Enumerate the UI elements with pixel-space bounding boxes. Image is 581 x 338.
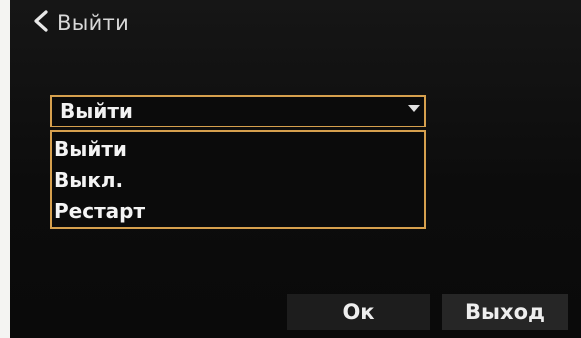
select-value: Выйти [60, 99, 133, 123]
caret-down-icon [408, 105, 420, 112]
option-exit[interactable]: Выйти [54, 134, 394, 164]
exit-label: Выход [465, 300, 545, 324]
back-button[interactable]: Выйти [32, 8, 129, 38]
exit-button[interactable]: Выход [442, 294, 568, 330]
option-restart[interactable]: Рестарт [54, 196, 394, 226]
option-shutdown[interactable]: Выкл. [54, 165, 394, 195]
screen: Выйти Выйти Выйти Выкл. Рестарт Ок Выход [10, 0, 581, 338]
back-label: Выйти [57, 11, 130, 35]
dropdown-list: Выйти Выкл. Рестарт [50, 130, 426, 229]
ok-button[interactable]: Ок [287, 294, 430, 330]
mode-select[interactable]: Выйти [50, 95, 426, 127]
chevron-left-icon [32, 10, 50, 36]
ok-label: Ок [342, 300, 375, 324]
